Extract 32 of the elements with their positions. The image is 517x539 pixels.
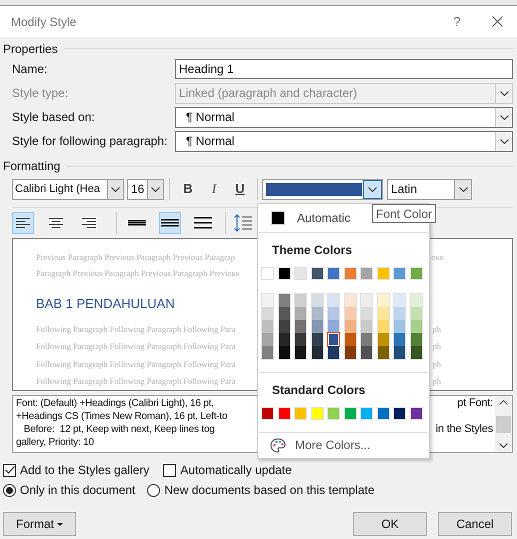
description-text: Font: (Default) +Headings (Calibri Light), 16 pt, (16, 397, 214, 410)
section-heading: Properties (3, 40, 58, 58)
description-text: pt Font: (457, 397, 493, 410)
preview-text: Following Paragraph Following Paragraph Following Para (36, 322, 236, 336)
field-label: Name: (12, 61, 48, 78)
window-title: Modify Style (11, 14, 76, 30)
menu-heading: Standard Colors (271, 382, 366, 399)
preview-text: Following Paragraph Following Paragraph Following Para (36, 374, 236, 388)
description-text: +Headings CS (Times New Roman), 16 pt, Left-to (16, 410, 228, 423)
description-text: gallery, Priority: 10 (16, 436, 94, 449)
radio-label: New documents based on this template (164, 482, 375, 499)
section-heading: Formatting (3, 158, 60, 175)
preview-text: ph (432, 322, 441, 336)
checkbox-label: Add to the Styles gallery (20, 462, 150, 479)
checkbox-label: Automatically update (180, 462, 292, 479)
tooltip: Font Color (372, 204, 436, 223)
preview-text: ph (432, 358, 441, 370)
field-label: Style for following paragraph: (12, 133, 168, 150)
description-text: Before: 12 pt, Keep with next, Keep lines tog (22, 423, 215, 436)
preview-text: Paragraph Previous Paragraph Previous Paragraph Previous (36, 267, 240, 280)
preview-text: ph (432, 340, 441, 353)
field-label: Style type: (12, 85, 70, 102)
field-label: Style based on: (12, 109, 96, 126)
preview-text: ous (431, 250, 443, 264)
preview-text: ph (432, 374, 441, 388)
preview-text: Following Paragraph Following Paragraph Following Para (36, 358, 236, 370)
radio-label: Only in this document (20, 482, 136, 499)
preview-text: Following Paragraph Following Paragraph Following Para (36, 340, 236, 353)
preview-heading: BAB 1 PENDAHULUAN (36, 294, 175, 313)
menu-heading: Theme Colors (271, 242, 354, 260)
preview-text: Previous Paragraph Previous Paragraph Previous Paragrap (36, 250, 235, 264)
description-text: in the Styles (436, 423, 493, 436)
